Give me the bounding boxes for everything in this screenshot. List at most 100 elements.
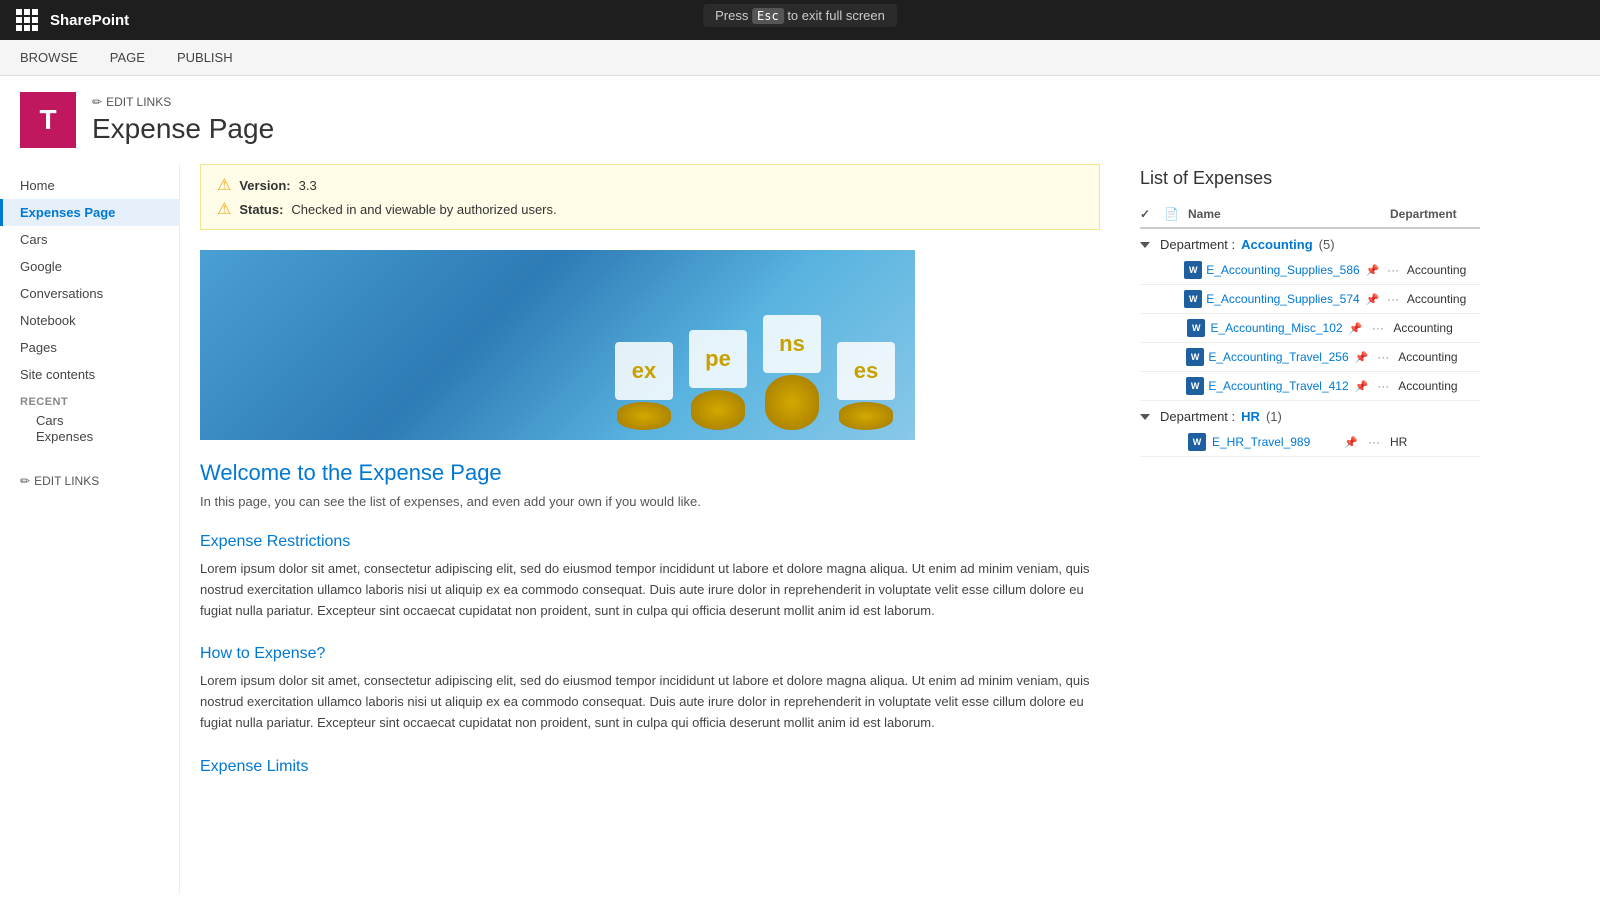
status-value: Checked in and viewable by authorized us… (291, 202, 556, 217)
row-name-6[interactable]: E_HR_Travel_989 (1212, 435, 1338, 449)
row-name-1[interactable]: E_Accounting_Supplies_586 (1206, 263, 1359, 277)
version-banner: ⚠ Version: 3.3 ⚠ Status: Checked in and … (200, 164, 1100, 230)
file-icon-3: W (1187, 319, 1206, 337)
sidebar-item-home[interactable]: Home (0, 172, 179, 199)
list-row: W E_Accounting_Misc_102 📌 ··· Accounting (1140, 314, 1480, 343)
section-body-restrictions: Lorem ipsum dolor sit amet, consectetur … (200, 559, 1100, 621)
page-header: T ✏EDIT LINKS Expense Page (0, 76, 1600, 164)
sidebar-recent-expenses[interactable]: Expenses (0, 424, 113, 449)
top-bar: SharePoint Press Esc to exit full screen (0, 0, 1600, 40)
file-icon-2: W (1184, 290, 1202, 308)
coin-body-4 (839, 402, 893, 430)
sidebar-item-site-contents[interactable]: Site contents (0, 361, 179, 388)
list-row: W E_Accounting_Supplies_586 📌 ··· Accoun… (1140, 256, 1480, 285)
coin-label-4: es (837, 342, 895, 400)
row-dept-3: Accounting (1393, 321, 1480, 335)
sidebar-item-cars[interactable]: Cars (0, 226, 179, 253)
sidebar-item-google[interactable]: Google (0, 253, 179, 280)
app-launcher-icon[interactable] (16, 9, 38, 31)
warning-icon-version: ⚠ (217, 175, 231, 195)
dept-group-accounting[interactable]: Department : Accounting (5) (1140, 229, 1480, 256)
collapse-icon-accounting (1140, 242, 1150, 248)
coin-body-3 (765, 375, 819, 430)
sidebar-item-notebook[interactable]: Notebook (0, 307, 179, 334)
list-header: ✓ 📄 Name Department (1140, 201, 1480, 229)
sidebar-item-pages[interactable]: Pages (0, 334, 179, 361)
dept-count-accounting: (5) (1319, 237, 1335, 252)
row-dept-6: HR (1390, 435, 1480, 449)
row-dept-1: Accounting (1407, 263, 1480, 277)
more-button-5[interactable]: ··· (1372, 379, 1394, 393)
more-button-3[interactable]: ··· (1366, 321, 1389, 335)
version-label: Version: (239, 178, 290, 193)
welcome-title: Welcome to the Expense Page (200, 460, 1100, 486)
content-area: ⚠ Version: 3.3 ⚠ Status: Checked in and … (180, 164, 1120, 894)
coin-stack-3: ns (763, 315, 821, 430)
file-icon-1: W (1184, 261, 1202, 279)
list-row: W E_Accounting_Travel_256 📌 ··· Accounti… (1140, 343, 1480, 372)
pin-icon-1: 📌 (1366, 264, 1380, 277)
row-name-3[interactable]: E_Accounting_Misc_102 (1211, 321, 1343, 335)
more-button-2[interactable]: ··· (1383, 292, 1403, 306)
pin-icon-2: 📌 (1366, 293, 1380, 306)
section-heading-restrictions: Expense Restrictions (200, 533, 1100, 551)
sidebar-item-expenses-page[interactable]: Expenses Page (0, 199, 179, 226)
coins-area: ex pe ns es (615, 315, 895, 430)
edit-links-sidebar[interactable]: ✏EDIT LINKS (0, 464, 179, 498)
coin-stack-1: ex (615, 342, 673, 430)
dept-group-hr[interactable]: Department : HR (1) (1140, 401, 1480, 428)
coin-body-1 (617, 402, 671, 430)
status-label: Status: (239, 202, 283, 217)
coin-label-3: ns (763, 315, 821, 373)
dept-name-accounting: Accounting (1241, 237, 1313, 252)
row-name-2[interactable]: E_Accounting_Supplies_574 (1206, 292, 1359, 306)
sidebar-item-conversations[interactable]: Conversations (0, 280, 179, 307)
sidebar: Home Expenses Page Cars Google Conversat… (0, 164, 180, 894)
list-header-check: ✓ (1140, 207, 1160, 221)
list-header-name: Name (1188, 207, 1386, 221)
row-dept-2: Accounting (1407, 292, 1480, 306)
coin-label-2: pe (689, 330, 747, 388)
subnav-browse[interactable]: BROWSE (16, 40, 82, 76)
pin-icon-3: 📌 (1349, 322, 1363, 335)
more-button-6[interactable]: ··· (1362, 435, 1386, 449)
main-layout: Home Expenses Page Cars Google Conversat… (0, 164, 1600, 894)
hero-image: ex pe ns es (200, 250, 915, 440)
version-value: 3.3 (299, 178, 317, 193)
welcome-subtitle: In this page, you can see the list of ex… (200, 494, 1100, 509)
section-heading-limits: Expense Limits (200, 758, 1100, 776)
section-body-how: Lorem ipsum dolor sit amet, consectetur … (200, 671, 1100, 733)
file-icon-4: W (1186, 348, 1204, 366)
dept-label-hr: Department : (1160, 409, 1235, 424)
coin-body-2 (691, 390, 745, 430)
edit-links-top[interactable]: ✏EDIT LINKS (92, 95, 274, 109)
fullscreen-tip: Press Esc to exit full screen (703, 4, 897, 27)
list-header-icon: 📄 (1164, 207, 1184, 221)
dept-name-hr: HR (1241, 409, 1260, 424)
row-dept-5: Accounting (1398, 379, 1480, 393)
file-icon-5: W (1186, 377, 1204, 395)
list-row: W E_HR_Travel_989 📌 ··· HR (1140, 428, 1480, 457)
more-button-1[interactable]: ··· (1383, 263, 1403, 277)
pin-icon-6: 📌 (1344, 436, 1358, 449)
sub-nav: BROWSE PAGE PUBLISH (0, 40, 1600, 76)
row-name-5[interactable]: E_Accounting_Travel_412 (1208, 379, 1348, 393)
dept-label-accounting: Department : (1160, 237, 1235, 252)
subnav-publish[interactable]: PUBLISH (173, 40, 237, 76)
more-button-4[interactable]: ··· (1372, 350, 1394, 364)
list-row: W E_Accounting_Travel_412 📌 ··· Accounti… (1140, 372, 1480, 401)
coin-stack-4: es (837, 342, 895, 430)
subnav-page[interactable]: PAGE (106, 40, 149, 76)
section-heading-how: How to Expense? (200, 645, 1100, 663)
pin-icon-4: 📌 (1355, 351, 1369, 364)
list-header-dept: Department (1390, 207, 1480, 221)
coin-label-1: ex (615, 342, 673, 400)
list-title: List of Expenses (1140, 164, 1480, 189)
pin-icon-5: 📌 (1355, 380, 1369, 393)
coin-stack-2: pe (689, 330, 747, 430)
right-panel: List of Expenses ✓ 📄 Name Department Dep… (1120, 164, 1500, 894)
row-name-4[interactable]: E_Accounting_Travel_256 (1208, 350, 1348, 364)
row-dept-4: Accounting (1398, 350, 1480, 364)
avatar: T (20, 92, 76, 148)
collapse-icon-hr (1140, 414, 1150, 420)
